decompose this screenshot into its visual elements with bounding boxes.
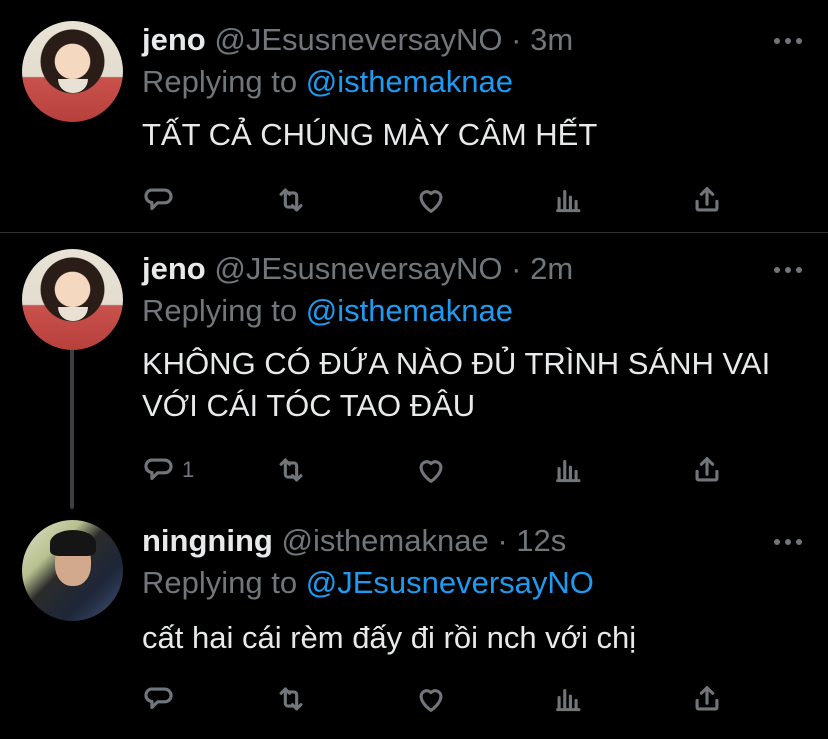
like-icon [419, 190, 443, 213]
analytics-button[interactable] [552, 182, 586, 218]
avatar[interactable] [22, 21, 123, 122]
replying-to: Replying to @isthemaknae [142, 64, 513, 100]
display-name[interactable]: ningning [142, 523, 273, 558]
tweet-header: ningning @isthemaknae · 12s [142, 523, 566, 559]
tweet-actions [142, 681, 742, 721]
replying-prefix: Replying to [142, 565, 298, 600]
separator: · [511, 22, 522, 57]
timestamp[interactable]: 2m [530, 251, 573, 286]
replying-prefix: Replying to [142, 64, 298, 99]
like-icon [419, 689, 443, 712]
share-icon [695, 686, 719, 711]
like-button[interactable] [414, 681, 448, 717]
timestamp[interactable]: 12s [516, 523, 566, 558]
share-button[interactable] [690, 182, 724, 218]
separator: · [511, 251, 522, 286]
thread-line [70, 345, 74, 509]
analytics-icon [556, 459, 581, 483]
reply-icon [144, 458, 173, 481]
retweet-icon [279, 687, 303, 711]
tweet-actions [142, 182, 742, 222]
like-button[interactable] [414, 452, 448, 488]
share-icon [695, 457, 719, 482]
reply-icon [144, 687, 173, 710]
user-handle[interactable]: @isthemaknae [281, 523, 488, 558]
tweet[interactable]: jeno @JEsusneversayNO · 2m Replying to @… [0, 233, 828, 509]
avatar[interactable] [22, 520, 123, 621]
retweet-button[interactable] [274, 182, 308, 218]
analytics-icon [556, 189, 581, 213]
share-button[interactable] [690, 681, 724, 717]
mention-link[interactable]: @isthemaknae [306, 293, 513, 328]
replying-to: Replying to @JEsusneversayNO [142, 565, 594, 601]
analytics-icon [556, 688, 581, 712]
user-handle[interactable]: @JEsusneversayNO [214, 251, 502, 286]
tweet-text: KHÔNG CÓ ĐỨA NÀO ĐỦ TRÌNH SÁNH VAI VỚI C… [142, 346, 771, 423]
more-icon[interactable] [774, 267, 804, 275]
retweet-button[interactable] [274, 452, 308, 488]
like-icon [419, 460, 443, 483]
analytics-button[interactable] [552, 681, 586, 717]
reply-icon [144, 188, 173, 211]
tweet-text: cất hai cái rèm đấy đi rồi nch với chị [142, 620, 637, 655]
tweet-header: jeno @JEsusneversayNO · 2m [142, 251, 573, 287]
display-name[interactable]: jeno [142, 251, 206, 286]
tweet-actions: 1 [142, 452, 742, 492]
display-name[interactable]: jeno [142, 22, 206, 57]
separator: · [497, 523, 508, 558]
reply-button[interactable] [142, 681, 182, 717]
tweet[interactable]: ningning @isthemaknae · 12s Replying to … [0, 505, 828, 739]
more-icon[interactable] [774, 539, 804, 547]
avatar[interactable] [22, 249, 123, 350]
share-button[interactable] [690, 452, 724, 488]
share-icon [695, 187, 719, 212]
reply-button[interactable] [142, 182, 182, 218]
more-icon[interactable] [774, 38, 804, 46]
reply-button[interactable]: 1 [142, 452, 194, 488]
mention-link[interactable]: @JEsusneversayNO [306, 565, 594, 600]
timestamp[interactable]: 3m [530, 22, 573, 57]
reply-count: 1 [182, 457, 195, 482]
retweet-icon [279, 188, 303, 212]
user-handle[interactable]: @JEsusneversayNO [214, 22, 502, 57]
retweet-icon [279, 458, 303, 482]
replying-to: Replying to @isthemaknae [142, 293, 513, 329]
tweet[interactable]: jeno @JEsusneversayNO · 3m Replying to @… [0, 0, 828, 232]
replying-prefix: Replying to [142, 293, 298, 328]
like-button[interactable] [414, 182, 448, 218]
mention-link[interactable]: @isthemaknae [306, 64, 513, 99]
tweet-text: TẤT CẢ CHÚNG MÀY CÂM HẾT [142, 117, 598, 152]
tweet-header: jeno @JEsusneversayNO · 3m [142, 22, 573, 58]
retweet-button[interactable] [274, 681, 308, 717]
analytics-button[interactable] [552, 452, 586, 488]
